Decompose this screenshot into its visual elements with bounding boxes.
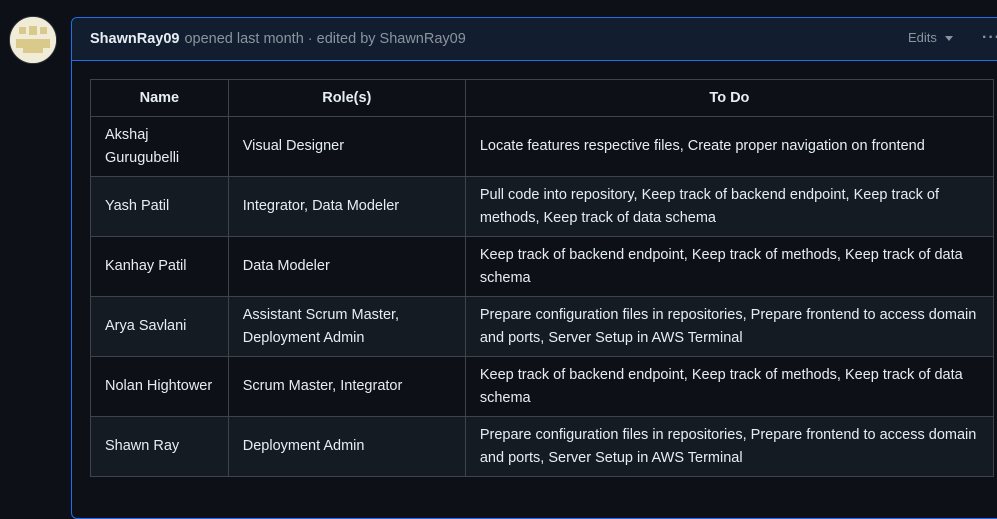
cell-roles: Integrator, Data Modeler xyxy=(227,176,466,237)
edits-dropdown[interactable]: Edits xyxy=(908,30,953,45)
comment-meta: opened last month · edited by ShawnRay09 xyxy=(184,31,466,47)
cell-name: Arya Savlani xyxy=(90,296,229,357)
cell-roles: Assistant Scrum Master, Deployment Admin xyxy=(227,296,466,357)
chevron-down-icon xyxy=(944,36,953,41)
column-header-todo: To Do xyxy=(464,79,995,117)
todo-table: Name Role(s) To Do Akshaj Gurugubelli Vi… xyxy=(90,79,995,477)
cell-todo: Keep track of backend endpoint, Keep tra… xyxy=(464,356,995,417)
table-row: Nolan Hightower Scrum Master, Integrator… xyxy=(90,356,995,417)
kebab-horizontal-icon[interactable]: ··· xyxy=(982,29,997,47)
cell-roles: Deployment Admin xyxy=(227,416,466,477)
table-row: Yash Patil Integrator, Data Modeler Pull… xyxy=(90,176,995,237)
table-row: Arya Savlani Assistant Scrum Master, Dep… xyxy=(90,296,995,357)
cell-roles: Scrum Master, Integrator xyxy=(227,356,466,417)
cell-todo: Prepare configuration files in repositor… xyxy=(464,296,995,357)
cell-todo: Pull code into repository, Keep track of… xyxy=(464,176,995,237)
cell-name: Yash Patil xyxy=(90,176,229,237)
cell-name: Kanhay Patil xyxy=(90,236,229,297)
cell-roles: Visual Designer xyxy=(227,116,466,177)
author-avatar[interactable] xyxy=(9,16,57,64)
author-link[interactable]: ShawnRay09 xyxy=(90,31,179,47)
cell-name: Shawn Ray xyxy=(90,416,229,477)
comment-body: Name Role(s) To Do Akshaj Gurugubelli Vi… xyxy=(72,61,997,477)
cell-name: Akshaj Gurugubelli xyxy=(90,116,229,177)
cell-name: Nolan Hightower xyxy=(90,356,229,417)
table-row: Akshaj Gurugubelli Visual Designer Locat… xyxy=(90,116,995,177)
edits-label: Edits xyxy=(908,30,937,45)
comment-header: ShawnRay09 opened last month · edited by… xyxy=(72,18,997,61)
cell-todo: Keep track of backend endpoint, Keep tra… xyxy=(464,236,995,297)
table-row: Shawn Ray Deployment Admin Prepare confi… xyxy=(90,416,995,477)
identicon-avatar xyxy=(10,17,56,63)
cell-todo: Prepare configuration files in repositor… xyxy=(464,416,995,477)
column-header-roles: Role(s) xyxy=(227,79,466,117)
issue-comment: ShawnRay09 opened last month · edited by… xyxy=(71,17,997,519)
cell-roles: Data Modeler xyxy=(227,236,466,297)
table-row: Kanhay Patil Data Modeler Keep track of … xyxy=(90,236,995,297)
column-header-name: Name xyxy=(90,79,229,117)
cell-todo: Locate features respective files, Create… xyxy=(464,116,995,177)
table-header-row: Name Role(s) To Do xyxy=(90,79,995,117)
